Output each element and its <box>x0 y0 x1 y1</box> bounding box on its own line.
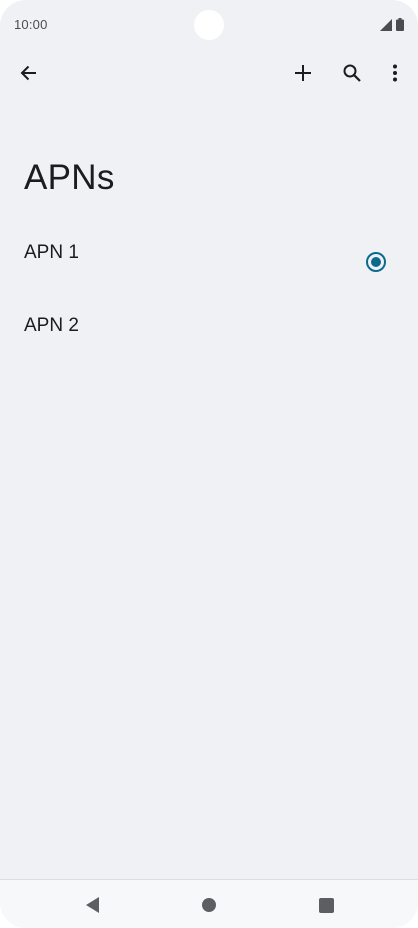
back-button[interactable] <box>7 50 51 96</box>
signal-icon <box>380 19 392 31</box>
navigation-bar <box>0 879 418 928</box>
nav-back-button[interactable] <box>77 890 107 920</box>
status-time: 10:00 <box>14 17 48 32</box>
search-button[interactable] <box>330 50 374 96</box>
nav-recents-button[interactable] <box>311 890 341 920</box>
apn-name: APN 1 <box>24 242 79 263</box>
status-bar: 10:00 <box>0 0 418 50</box>
radio-selected-icon[interactable] <box>366 252 386 272</box>
list-item-apn-2[interactable]: APN 2 <box>0 295 418 368</box>
apn-name: APN 2 <box>24 315 79 336</box>
status-icons <box>380 18 404 31</box>
more-vert-icon <box>392 63 398 83</box>
battery-icon <box>396 18 404 31</box>
more-options-button[interactable] <box>373 50 417 96</box>
add-apn-button[interactable] <box>281 50 325 96</box>
phone-screen: 10:00 APNs APN 1 APN 2 <box>0 0 418 928</box>
nav-recents-square-icon <box>318 897 334 913</box>
arrow-back-icon <box>19 63 39 83</box>
plus-icon <box>293 63 313 83</box>
search-icon <box>342 63 362 83</box>
apn-list: APN 1 APN 2 <box>0 222 418 368</box>
toolbar <box>0 50 418 96</box>
page-title: APNs <box>24 158 115 197</box>
camera-cutout <box>194 10 224 40</box>
nav-back-triangle-icon <box>85 897 99 913</box>
nav-home-circle-icon <box>202 898 216 912</box>
nav-home-button[interactable] <box>194 890 224 920</box>
list-item-apn-1[interactable]: APN 1 <box>0 222 418 295</box>
